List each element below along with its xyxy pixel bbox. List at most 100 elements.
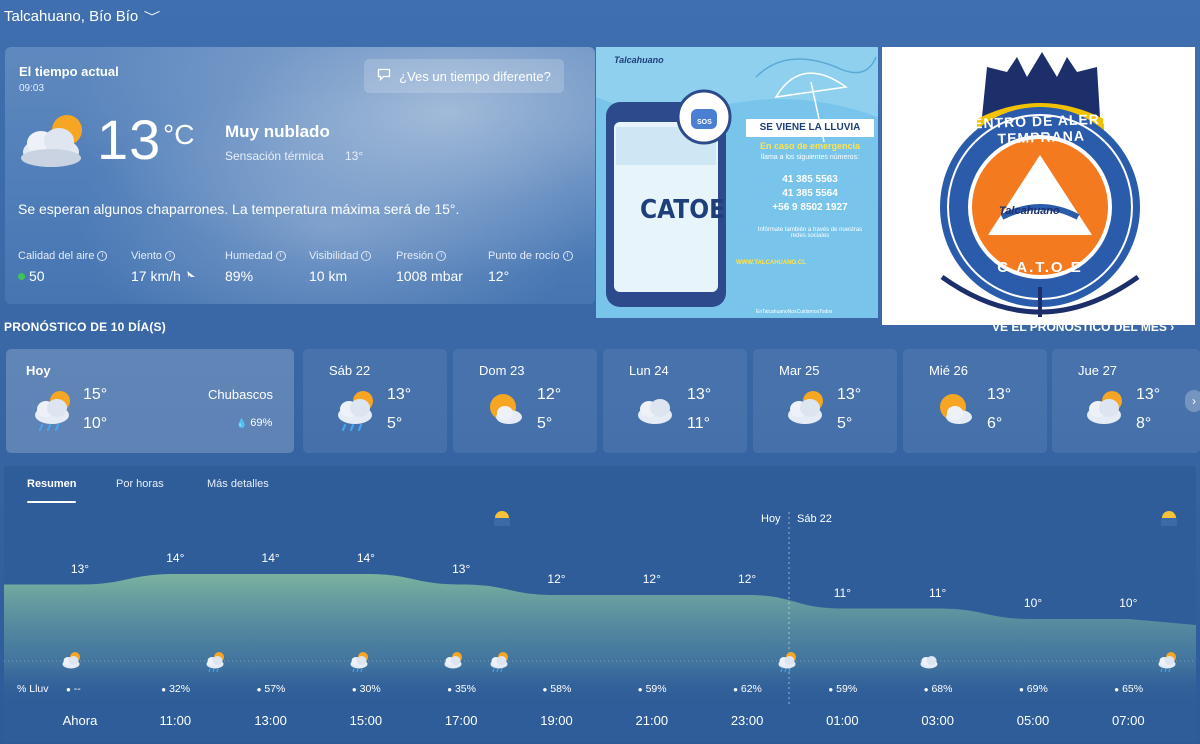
hour-temp-label: 13° xyxy=(452,561,471,576)
hour-label: 13:00 xyxy=(254,713,287,728)
hour-precip-label: ● 32% xyxy=(161,683,190,695)
ad-logo[interactable]: CENTRO DE ALERTA TEMPRANA Talcahuano C.A… xyxy=(882,47,1195,325)
rain-showers-icon xyxy=(1156,650,1178,678)
day-low-temp: 5° xyxy=(837,415,853,432)
hour-precip-label: ● 30% xyxy=(352,683,381,695)
current-weather-card: El tiempo actual 09:03 ¿Ves un tiempo di… xyxy=(5,47,595,304)
hour-temp-label: 14° xyxy=(166,551,185,565)
feedback-button-label: ¿Ves un tiempo diferente? xyxy=(399,68,551,84)
stat-label: Presión xyxy=(396,250,434,262)
hour-label: 01:00 xyxy=(826,713,859,728)
info-icon[interactable]: i xyxy=(562,251,573,261)
location-selector[interactable]: Talcahuano, Bío Bío ﹀ xyxy=(4,8,161,25)
hour-precip-value: 59% xyxy=(645,683,667,695)
info-icon[interactable]: i xyxy=(97,251,108,261)
day-name: Lun 24 xyxy=(629,363,669,378)
stat-value: 89% xyxy=(225,268,254,284)
poster-footer: EnTalcahuanoNosCuidamosTodos xyxy=(756,309,833,315)
day-name: Mar 25 xyxy=(779,363,820,378)
catoe-emblem-icon xyxy=(940,52,1140,317)
day-low-temp: 5° xyxy=(537,415,553,432)
poster-subheadline: En caso de emergencia xyxy=(759,141,861,151)
tab-hourly[interactable]: Por horas xyxy=(116,478,164,490)
day-name: Mié 26 xyxy=(929,363,969,378)
hour-precip-value: 59% xyxy=(836,683,858,695)
forecast-day-card[interactable]: Lun 24 13° 11° xyxy=(603,349,747,453)
stat-value: 50 xyxy=(29,268,45,284)
chat-icon xyxy=(377,68,391,84)
stat-label: Humedad xyxy=(225,250,273,262)
raindrop-icon: ● xyxy=(637,685,643,694)
raindrop-icon: ● xyxy=(351,685,357,694)
hour-precip-label: ● 62% xyxy=(733,683,762,695)
forecast-day-card[interactable]: Mar 25 13° 5° xyxy=(753,349,897,453)
monthly-forecast-link[interactable]: VE EL PRONÓSTICO DEL MES › xyxy=(992,320,1174,334)
forecast-day-card[interactable]: Jue 27 13° 8° xyxy=(1052,349,1200,453)
hour-precip-value: 58% xyxy=(550,683,572,695)
hour-precip-label: ● 69% xyxy=(1019,683,1048,695)
forecast-day-card[interactable]: Hoy 15° 10° Chubascos 💧 69% xyxy=(6,349,294,453)
mostly-cloudy-icon xyxy=(783,387,827,438)
raindrop-icon: ● xyxy=(66,685,71,694)
stat-pressure[interactable]: Presión i 1008 mbar xyxy=(396,250,463,284)
hour-label: 15:00 xyxy=(349,713,383,728)
hour-precip-label: ● 57% xyxy=(257,683,286,695)
hour-precip-value: 65% xyxy=(1122,683,1144,695)
stat-label: Calidad del aire xyxy=(18,250,95,262)
tab-more-details[interactable]: Más detalles xyxy=(207,478,269,490)
raindrop-icon: ● xyxy=(828,685,834,694)
stat-wind[interactable]: Viento i 17 km/h xyxy=(131,250,197,284)
hour-precip-value: 62% xyxy=(740,683,762,695)
stat-label: Viento xyxy=(131,250,162,262)
hour-label: 05:00 xyxy=(1016,713,1050,728)
hour-precip-label: ● 35% xyxy=(447,683,476,695)
stat-air-quality[interactable]: Calidad del aire i 50 xyxy=(18,250,108,284)
poster-phone: 41 385 5563 xyxy=(782,174,838,185)
info-icon[interactable]: i xyxy=(436,251,447,261)
rain-showers-icon xyxy=(488,650,510,678)
day-precip: 💧 69% xyxy=(236,417,272,429)
info-icon[interactable]: i xyxy=(275,251,286,261)
poster-phone: +56 9 8502 1927 xyxy=(772,202,848,213)
stat-dew-point[interactable]: Punto de rocío i 12° xyxy=(488,250,573,284)
info-icon[interactable]: i xyxy=(165,251,175,261)
logo-center-text: Talcahuano xyxy=(999,205,1060,217)
raindrop-icon: ● xyxy=(923,685,929,694)
ad-poster[interactable]: Talcahuano SOS CATOE SE VIENE LA LLUVIA … xyxy=(596,47,878,318)
chevron-right-icon[interactable]: › xyxy=(1185,390,1200,412)
day-low-temp: 5° xyxy=(387,415,403,432)
hour-temp-label: 10° xyxy=(1023,596,1043,610)
day-high-temp: 13° xyxy=(687,386,712,403)
forecast-day-card[interactable]: Sáb 22 13° 5° xyxy=(303,349,447,453)
hour-precip-value: 57% xyxy=(264,683,286,695)
hour-temp-label: 10° xyxy=(1119,596,1138,610)
forecast-day-card[interactable]: Dom 23 12° 5° xyxy=(453,349,597,453)
forecast-day-card[interactable]: Mié 26 13° 6° xyxy=(903,349,1047,453)
current-time: 09:03 xyxy=(19,83,45,94)
day-high-temp: 13° xyxy=(837,386,862,403)
raindrop-icon: ● xyxy=(542,685,548,694)
hour-label: Ahora xyxy=(62,713,98,728)
hour-precip-value: -- xyxy=(73,683,81,695)
stat-humidity[interactable]: Humedad i 89% xyxy=(225,250,286,284)
sunrise-icon xyxy=(1161,511,1177,526)
chevron-down-icon: ﹀ xyxy=(143,10,161,24)
hour-temp-label: 12° xyxy=(547,572,566,586)
feedback-button[interactable]: ¿Ves un tiempo diferente? xyxy=(364,59,564,93)
hour-precip-label: ● 59% xyxy=(638,683,667,695)
day-high-temp: 13° xyxy=(987,386,1012,403)
logo-bottom-text: C.A.T.O.E xyxy=(997,259,1083,276)
hour-temp-label: 14° xyxy=(356,551,375,565)
sunrise-icon xyxy=(494,511,510,526)
tab-summary[interactable]: Resumen xyxy=(27,478,77,490)
info-icon[interactable]: i xyxy=(361,251,372,261)
temperature-unit[interactable]: °C xyxy=(163,119,194,151)
raindrop-icon: ● xyxy=(447,685,453,694)
hour-temp-label: 12° xyxy=(738,572,757,586)
current-title: El tiempo actual xyxy=(19,64,119,79)
stat-visibility[interactable]: Visibilidad i 10 km xyxy=(309,250,372,284)
hour-precip-value: 30% xyxy=(359,683,381,695)
feels-like-label: Sensación térmica xyxy=(225,149,324,163)
hour-precip-label: ● 68% xyxy=(924,683,953,695)
day-low-temp: 8° xyxy=(1136,415,1152,432)
